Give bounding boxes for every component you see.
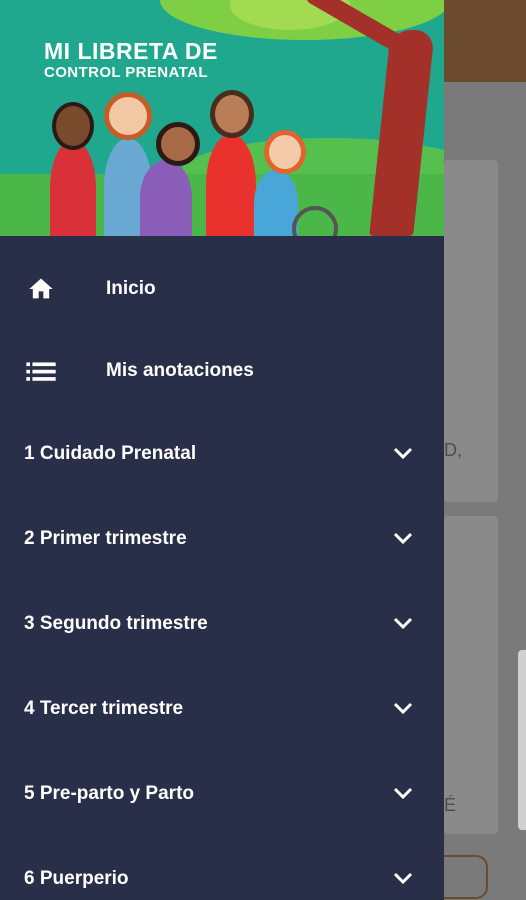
menu-item-label: Inicio xyxy=(106,278,156,299)
app-title: MI LIBRETA DE CONTROL PRENATAL xyxy=(44,38,218,82)
menu-section-label: 1 Cuidado Prenatal xyxy=(24,443,197,464)
illustrated-woman-head xyxy=(156,122,200,166)
menu-section-label: 3 Segundo trimestre xyxy=(24,613,208,634)
illustrated-woman-head xyxy=(210,90,254,138)
background-button xyxy=(444,855,488,899)
menu-section-label: 4 Tercer trimestre xyxy=(24,698,184,719)
chevron-down-icon xyxy=(392,527,414,549)
drawer-header-illustration: MI LIBRETA DE CONTROL PRENATAL xyxy=(0,0,444,236)
menu-section-pre-parto-y-parto[interactable]: 5 Pre-parto y Parto xyxy=(0,751,444,836)
menu-item-inicio[interactable]: Inicio xyxy=(0,250,444,328)
home-icon xyxy=(26,274,56,304)
background-text-fragment: D, xyxy=(444,440,462,460)
illustrated-woman-head xyxy=(52,102,94,150)
menu-section-label: 5 Pre-parto y Parto xyxy=(24,783,194,804)
menu-item-label: Mis anotaciones xyxy=(106,360,254,381)
menu-item-mis-anotaciones[interactable]: Mis anotaciones xyxy=(0,331,444,411)
menu-section-cuidado-prenatal[interactable]: 1 Cuidado Prenatal xyxy=(0,412,444,496)
illustrated-woman xyxy=(50,140,96,236)
illustrated-woman-head xyxy=(104,92,152,140)
menu-section-primer-trimestre[interactable]: 2 Primer trimestre xyxy=(0,496,444,581)
menu-section-puerperio[interactable]: 6 Puerperio xyxy=(0,836,444,900)
illustrated-woman xyxy=(206,134,256,236)
app-title-line1: MI LIBRETA DE xyxy=(44,38,218,64)
background-text-fragment: É xyxy=(444,795,457,815)
chevron-down-icon xyxy=(392,697,414,719)
illustrated-woman-head xyxy=(264,130,306,174)
chevron-down-icon xyxy=(392,612,414,634)
app-title-line2: CONTROL PRENATAL xyxy=(44,64,208,81)
navigation-drawer: MI LIBRETA DE CONTROL PRENATAL Inicio Mi… xyxy=(0,0,444,900)
illustrated-woman xyxy=(140,160,192,236)
list-icon xyxy=(26,356,56,386)
background-scrollbar xyxy=(518,650,526,830)
menu-section-segundo-trimestre[interactable]: 3 Segundo trimestre xyxy=(0,581,444,666)
chevron-down-icon xyxy=(392,867,414,889)
chevron-down-icon xyxy=(392,442,414,464)
menu-section-label: 2 Primer trimestre xyxy=(24,528,187,549)
menu-section-label: 6 Puerperio xyxy=(24,868,129,889)
menu-section-tercer-trimestre[interactable]: 4 Tercer trimestre xyxy=(0,666,444,751)
background-card xyxy=(444,516,498,834)
chevron-down-icon xyxy=(392,782,414,804)
